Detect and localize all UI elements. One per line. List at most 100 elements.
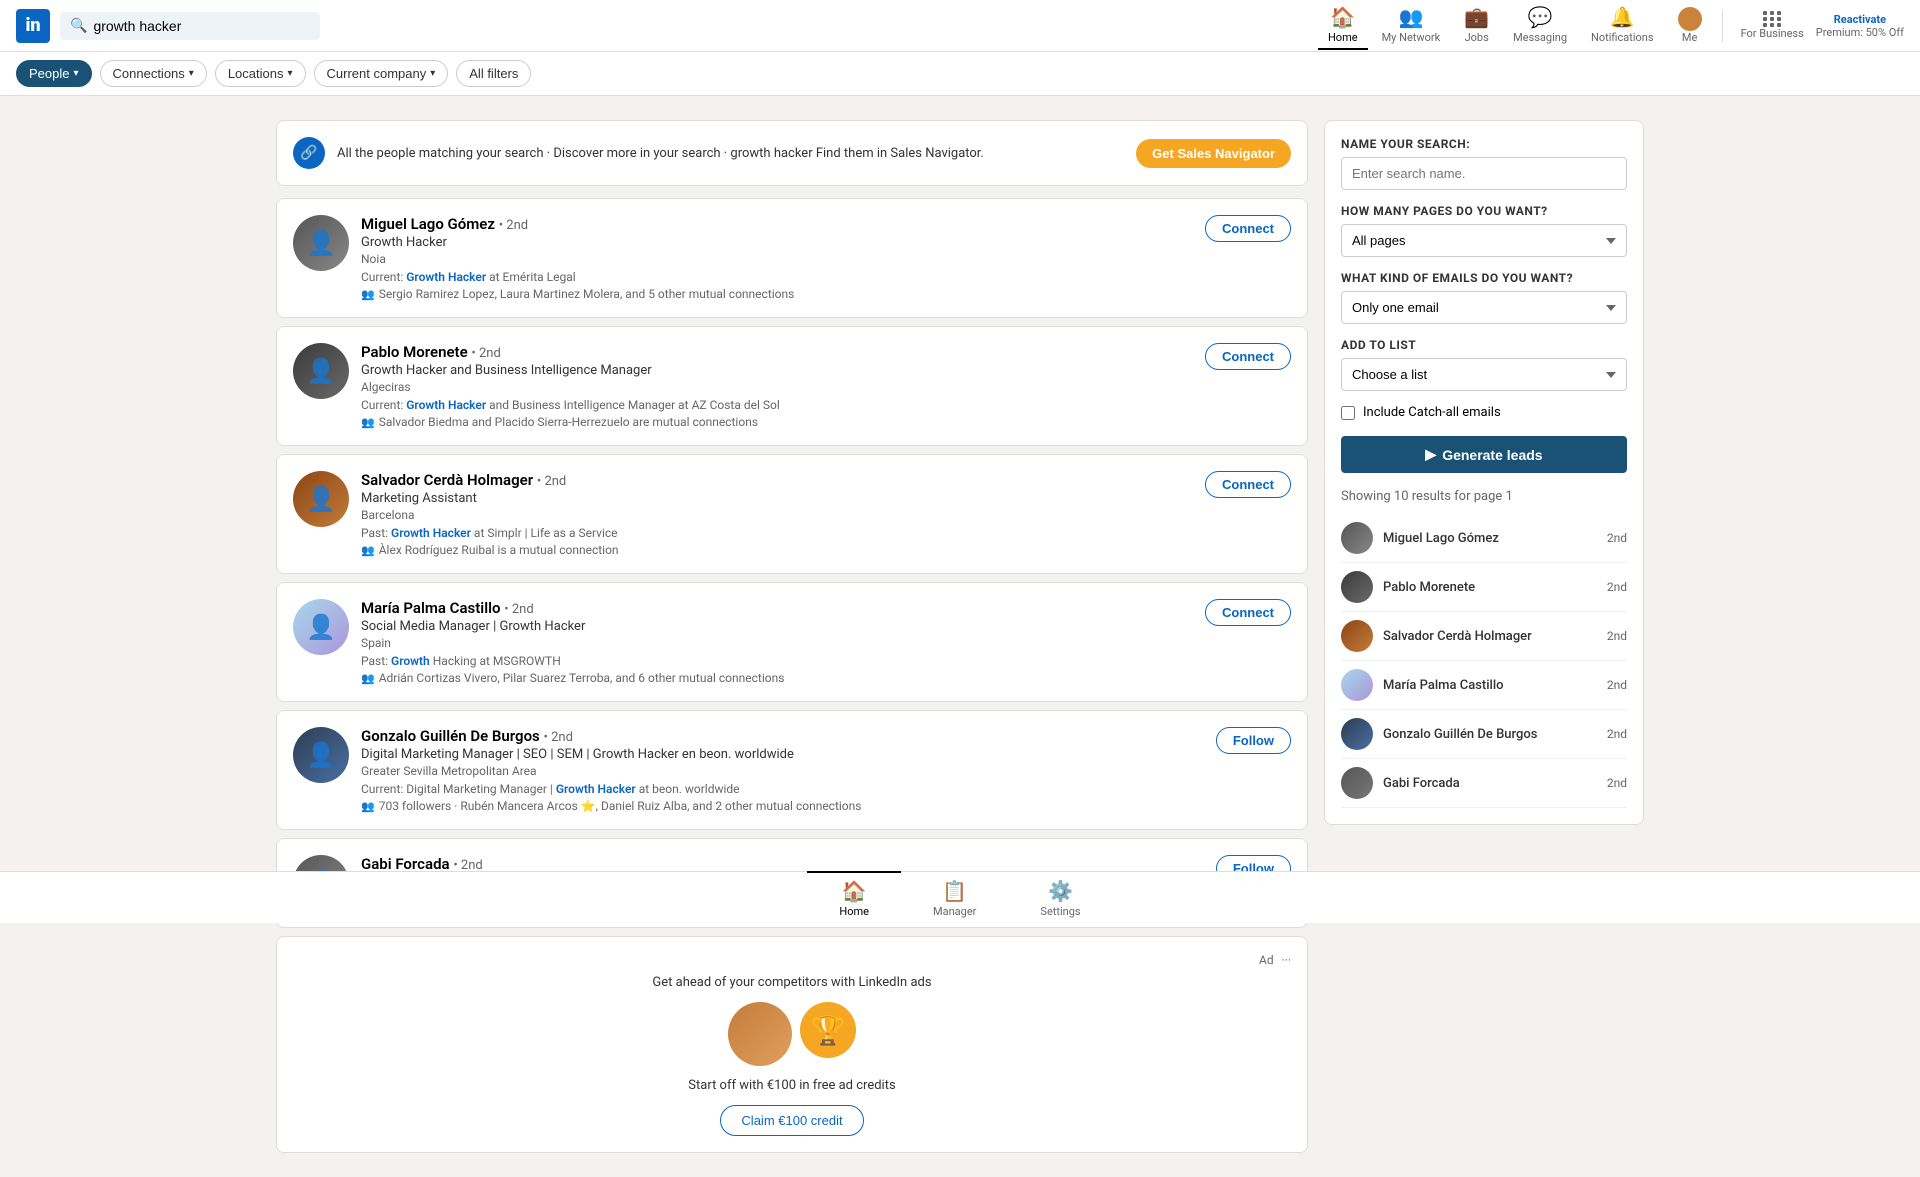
people-filter-label: People: [29, 66, 69, 81]
bottom-nav-settings[interactable]: ⚙️ Settings: [1008, 871, 1112, 924]
for-business-button[interactable]: For Business: [1733, 7, 1812, 44]
card-name: Salvador Cerdà Holmager • 2nd: [361, 471, 1193, 489]
top-navigation: in 🔍 🏠 Home 👥 My Network 💼 Jobs 💬 Messag…: [0, 0, 1920, 52]
email-type-select[interactable]: Only one email: [1341, 291, 1627, 324]
card-current: Current: Growth Hacker at Emérita Legal: [361, 270, 1193, 284]
nav-item-me[interactable]: Me: [1668, 3, 1712, 48]
follow-button[interactable]: Follow: [1216, 727, 1291, 754]
nav-items: 🏠 Home 👥 My Network 💼 Jobs 💬 Messaging 🔔…: [1318, 1, 1904, 50]
search-name-input[interactable]: [1341, 157, 1627, 190]
mutual-icon: 👥: [361, 800, 375, 813]
card-title: Growth Hacker: [361, 235, 1193, 250]
connect-button[interactable]: Connect: [1205, 599, 1291, 626]
right-result-item: Gonzalo Guillén De Burgos 2nd: [1341, 710, 1627, 759]
person-name[interactable]: Miguel Lago Gómez: [361, 215, 495, 233]
add-to-list-label: ADD TO LIST: [1341, 338, 1627, 352]
person-name[interactable]: María Palma Castillo: [361, 599, 500, 617]
right-panel: NAME YOUR SEARCH: HOW MANY PAGES DO YOU …: [1324, 120, 1644, 1161]
card-title: Marketing Assistant: [361, 491, 1193, 506]
result-card: 👤 Pablo Morenete • 2nd Growth Hacker and…: [276, 326, 1308, 446]
person-name[interactable]: Gonzalo Guillén De Burgos: [361, 727, 540, 745]
avatar-silhouette: 👤: [293, 343, 349, 399]
card-mutual: 👥Salvador Biedma and Placido Sierra-Herr…: [361, 415, 1193, 429]
person-name[interactable]: Pablo Morenete: [361, 343, 468, 361]
locations-filter[interactable]: Locations ▾: [215, 60, 306, 87]
card-action: Follow: [1216, 727, 1291, 754]
result-list-name[interactable]: Gonzalo Guillén De Burgos: [1383, 727, 1597, 742]
nav-item-home[interactable]: 🏠 Home: [1318, 1, 1368, 50]
avatar-img: 👤: [293, 599, 349, 655]
result-list-name[interactable]: María Palma Castillo: [1383, 678, 1597, 693]
nav-item-home-label: Home: [1328, 31, 1358, 44]
add-to-list-select[interactable]: Choose a list: [1341, 358, 1627, 391]
result-list-degree: 2nd: [1607, 531, 1627, 545]
bottom-home-label: Home: [839, 905, 869, 918]
search-input[interactable]: [93, 18, 310, 34]
card-info: Salvador Cerdà Holmager • 2nd Marketing …: [361, 471, 1193, 557]
result-list-name[interactable]: Pablo Morenete: [1383, 580, 1597, 595]
generate-leads-button[interactable]: ▶ Generate leads: [1341, 436, 1627, 473]
result-list-name[interactable]: Salvador Cerdà Holmager: [1383, 629, 1597, 644]
catch-all-checkbox[interactable]: [1341, 406, 1355, 420]
ad-more-icon[interactable]: ···: [1282, 953, 1291, 967]
mini-avatar: [1341, 522, 1373, 554]
nav-item-messaging-label: Messaging: [1513, 31, 1567, 44]
reactivate-link[interactable]: Reactivate: [1816, 13, 1904, 26]
email-type-label: WHAT KIND OF EMAILS DO YOU WANT?: [1341, 271, 1627, 285]
nav-item-jobs[interactable]: 💼 Jobs: [1454, 1, 1499, 50]
pages-select[interactable]: All pages: [1341, 224, 1627, 257]
avatar-img: 👤: [293, 215, 349, 271]
result-list-name[interactable]: Miguel Lago Gómez: [1383, 531, 1597, 546]
card-location: Noia: [361, 252, 1193, 266]
avatar-silhouette: 👤: [293, 215, 349, 271]
card-title: Digital Marketing Manager | SEO | SEM | …: [361, 747, 1204, 762]
card-name: Pablo Morenete • 2nd: [361, 343, 1193, 361]
left-panel: 🔗 All the people matching your search · …: [276, 120, 1308, 1161]
me-label: Me: [1682, 31, 1697, 44]
ad-header: Ad ···: [293, 953, 1291, 967]
result-list-degree: 2nd: [1607, 727, 1627, 741]
result-card: 👤 Salvador Cerdà Holmager • 2nd Marketin…: [276, 454, 1308, 574]
person-name[interactable]: Salvador Cerdà Holmager: [361, 471, 533, 489]
connection-degree: • 2nd: [499, 218, 528, 233]
nav-item-network[interactable]: 👥 My Network: [1372, 1, 1451, 50]
mini-avatar: [1341, 718, 1373, 750]
nav-item-network-label: My Network: [1382, 31, 1441, 44]
card-location: Algeciras: [361, 380, 1193, 394]
avatar-img: 👤: [293, 471, 349, 527]
people-filter[interactable]: People ▾: [16, 60, 92, 87]
bottom-nav-home[interactable]: 🏠 Home: [807, 871, 901, 924]
bottom-settings-label: Settings: [1040, 905, 1080, 918]
main-wrapper: 🔗 All the people matching your search · …: [260, 104, 1660, 1177]
connect-button[interactable]: Connect: [1205, 343, 1291, 370]
avatar-silhouette: 👤: [293, 599, 349, 655]
right-result-item: Gabi Forcada 2nd: [1341, 759, 1627, 808]
for-business-label: For Business: [1741, 27, 1804, 40]
current-company-filter[interactable]: Current company ▾: [314, 60, 449, 87]
card-name: María Palma Castillo • 2nd: [361, 599, 1193, 617]
catch-all-label: Include Catch-all emails: [1363, 405, 1501, 420]
connect-button[interactable]: Connect: [1205, 215, 1291, 242]
all-filters-button[interactable]: All filters: [456, 60, 531, 87]
mini-avatar: [1341, 571, 1373, 603]
card-title: Social Media Manager | Growth Hacker: [361, 619, 1193, 634]
avatar-img: 👤: [293, 727, 349, 783]
card-name: Miguel Lago Gómez • 2nd: [361, 215, 1193, 233]
card-mutual: 👥Sergio Ramirez Lopez, Laura Martinez Mo…: [361, 287, 1193, 301]
nav-item-notifications[interactable]: 🔔 Notifications: [1581, 1, 1664, 50]
nav-item-messaging[interactable]: 💬 Messaging: [1503, 1, 1577, 50]
right-result-item: Salvador Cerdà Holmager 2nd: [1341, 612, 1627, 661]
mini-avatar: [1341, 620, 1373, 652]
card-mutual: 👥703 followers · Rubén Mancera Arcos ⭐, …: [361, 799, 1204, 813]
avatar-img: 👤: [293, 343, 349, 399]
card-current: Past: Growth Hacking at MSGROWTH: [361, 654, 1193, 668]
result-list-degree: 2nd: [1607, 580, 1627, 594]
get-sales-navigator-button[interactable]: Get Sales Navigator: [1136, 139, 1291, 168]
connect-button[interactable]: Connect: [1205, 471, 1291, 498]
connections-filter[interactable]: Connections ▾: [100, 60, 207, 87]
bottom-nav-manager[interactable]: 📋 Manager: [901, 871, 1008, 924]
result-list-name[interactable]: Gabi Forcada: [1383, 776, 1597, 791]
linkedin-logo[interactable]: in: [16, 9, 50, 43]
card-title: Growth Hacker and Business Intelligence …: [361, 363, 1193, 378]
claim-credits-button[interactable]: Claim €100 credit: [720, 1105, 863, 1136]
